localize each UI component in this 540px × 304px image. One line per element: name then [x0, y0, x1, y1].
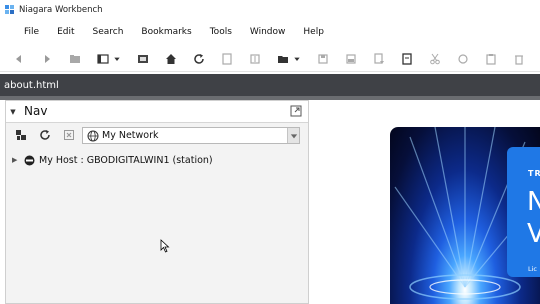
nav-panel: ▼ Nav My Network ▶ My Host : GBODIGITALW… — [5, 100, 309, 304]
dropdown-arrow-icon[interactable] — [293, 52, 301, 66]
save-icon[interactable] — [316, 52, 329, 66]
expand-arrow-icon[interactable]: ▶ — [12, 156, 24, 164]
side-bar-icon[interactable] — [96, 52, 109, 66]
nav-title[interactable]: Nav — [20, 101, 52, 122]
network-select-value: My Network — [102, 130, 159, 141]
menu-tools[interactable]: Tools — [210, 27, 232, 37]
paste-icon[interactable] — [484, 52, 497, 66]
editor-tab-strip: about.html — [0, 74, 540, 96]
menu-edit[interactable]: Edit — [57, 27, 74, 37]
splash-heading-line-2: V — [527, 219, 540, 249]
delete-icon[interactable] — [512, 52, 525, 66]
properties-icon[interactable] — [248, 52, 261, 66]
globe-icon — [87, 130, 99, 142]
splash-kicker: TR — [528, 169, 540, 178]
new-file-icon[interactable] — [400, 52, 413, 66]
page-icon[interactable] — [220, 52, 233, 66]
nav-menu-caret-icon[interactable]: ▼ — [6, 108, 20, 116]
refresh-icon[interactable] — [192, 52, 205, 66]
nav-tree: ▶ My Host : GBODIGITALWIN1 (station) — [12, 153, 213, 167]
menu-bar: File Edit Search Bookmarks Tools Window … — [0, 22, 540, 42]
window-title: Niagara Workbench — [19, 5, 103, 15]
open-folder-icon[interactable] — [276, 52, 289, 66]
menu-file[interactable]: File — [24, 27, 39, 37]
dropdown-arrow-icon[interactable] — [113, 52, 121, 66]
network-select[interactable]: My Network — [82, 127, 300, 144]
save-all-icon[interactable] — [344, 52, 357, 66]
home-icon[interactable] — [164, 52, 177, 66]
refresh-icon[interactable] — [38, 128, 52, 142]
menu-window[interactable]: Window — [250, 27, 286, 37]
tab-about-html[interactable]: about.html — [4, 80, 59, 91]
nav-header: ▼ Nav — [6, 101, 308, 123]
connect-icon[interactable] — [14, 128, 28, 142]
chevron-down-icon[interactable] — [287, 128, 299, 143]
maximize-icon[interactable] — [290, 105, 302, 117]
export-icon[interactable] — [372, 52, 385, 66]
host-icon — [24, 155, 35, 166]
menu-help[interactable]: Help — [303, 27, 324, 37]
niagara-app-icon — [5, 5, 15, 15]
main-toolbar — [0, 46, 540, 72]
console-icon[interactable] — [136, 52, 149, 66]
title-bar: Niagara Workbench — [0, 0, 540, 20]
menu-search[interactable]: Search — [93, 27, 124, 37]
folder-up-icon[interactable] — [68, 52, 81, 66]
forward-arrow-icon[interactable] — [40, 52, 53, 66]
menu-bookmarks[interactable]: Bookmarks — [141, 27, 191, 37]
copy-icon[interactable] — [456, 52, 469, 66]
mouse-pointer-icon — [160, 239, 170, 253]
close-icon[interactable] — [62, 128, 76, 142]
splash-card: TR N V Lic — [507, 147, 540, 277]
splash-heading-line-1: N — [527, 187, 540, 217]
tree-node-my-host[interactable]: ▶ My Host : GBODIGITALWIN1 (station) — [12, 153, 213, 167]
splash-license-text: Lic — [528, 265, 538, 273]
tree-node-label: My Host : GBODIGITALWIN1 (station) — [39, 154, 213, 166]
cut-icon[interactable] — [428, 52, 441, 66]
back-arrow-icon[interactable] — [12, 52, 25, 66]
